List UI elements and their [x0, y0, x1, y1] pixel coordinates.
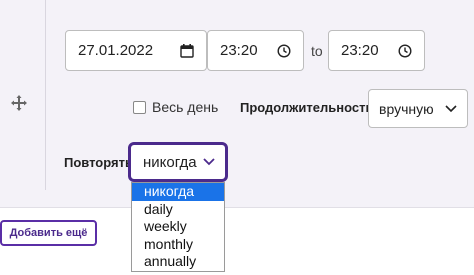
repeat-value: никогда [143, 153, 197, 171]
dropdown-option[interactable]: daily [132, 201, 224, 219]
dropdown-option[interactable]: никогда [132, 183, 224, 201]
duration-value: вручную [379, 100, 434, 117]
duration-label: Продолжительность [240, 100, 374, 115]
date-input[interactable]: 27.01.2022 [65, 30, 207, 71]
time-from-value: 23:20 [220, 42, 258, 59]
repeat-label: Повторять [64, 155, 133, 170]
vertical-divider [45, 0, 46, 190]
chevron-down-icon [203, 158, 215, 166]
chevron-down-icon [445, 104, 457, 112]
dropdown-option[interactable]: monthly [132, 236, 224, 254]
add-more-button[interactable]: Добавить ещё [0, 220, 97, 246]
all-day-toggle[interactable]: Весь день [133, 99, 218, 115]
date-value: 27.01.2022 [78, 42, 154, 59]
time-from-input[interactable]: 23:20 [207, 30, 304, 71]
to-label: to [311, 43, 323, 59]
event-editor-panel: 27.01.2022 23:20 to 23:20 Весь день Прод… [0, 0, 474, 208]
duration-select[interactable]: вручную [368, 89, 468, 128]
all-day-checkbox[interactable] [133, 100, 146, 114]
all-day-label: Весь день [152, 99, 219, 115]
clock-icon[interactable] [398, 43, 412, 58]
time-to-input[interactable]: 23:20 [328, 30, 425, 71]
dropdown-option[interactable]: annually [132, 253, 224, 271]
dropdown-option[interactable]: weekly [132, 218, 224, 236]
repeat-select[interactable]: никогда [128, 142, 228, 182]
move-arrows-icon[interactable] [10, 94, 28, 112]
calendar-icon[interactable] [180, 43, 194, 58]
time-to-value: 23:20 [341, 42, 379, 59]
repeat-dropdown-list[interactable]: никогда daily weekly monthly annually [131, 182, 225, 272]
clock-icon[interactable] [277, 43, 291, 58]
